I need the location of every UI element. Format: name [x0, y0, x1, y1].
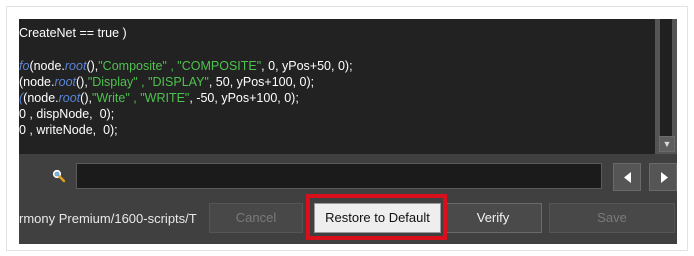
- script-path-label: rmony Premium/1600-scripts/T: [19, 211, 197, 226]
- code-token: "Composite" , "COMPOSITE": [98, 59, 262, 73]
- code-token: (node.: [29, 59, 65, 73]
- code-token: root: [58, 91, 81, 105]
- code-line: fo(node.root(),"Composite" , "COMPOSITE"…: [19, 58, 353, 74]
- scroll-down-button[interactable]: ▼: [659, 136, 675, 152]
- cancel-button[interactable]: Cancel: [209, 203, 303, 233]
- code-token: , 50, yPos+100, 0);: [208, 75, 315, 89]
- code-token: (node.: [19, 75, 55, 89]
- code-token: "Display" , "DISPLAY": [87, 75, 209, 89]
- code-token: , -50, yPos+100, 0);: [189, 91, 299, 105]
- search-icon: [52, 169, 66, 183]
- code-token: root: [64, 59, 87, 73]
- arrow-left-icon: [624, 172, 631, 183]
- code-token: root: [54, 75, 76, 89]
- code-token: (),: [86, 59, 99, 73]
- code-token: fo: [19, 59, 30, 73]
- code-editor[interactable]: CreateNet == true ) fo(node.root(),"Compo…: [19, 19, 655, 154]
- code-text: CreateNet == true ) fo(node.root(),"Compo…: [19, 25, 353, 138]
- scrollbar-thumb[interactable]: [660, 19, 672, 136]
- code-token: (),: [80, 91, 92, 105]
- chevron-down-icon: ▼: [662, 139, 672, 149]
- script-editor-panel: CreateNet == true ) fo(node.root(),"Compo…: [19, 19, 677, 244]
- next-match-button[interactable]: [649, 163, 677, 191]
- code-line: 0 , dispNode, 0);: [19, 106, 353, 122]
- code-token: 0 , dispNode, 0);: [19, 107, 115, 121]
- code-token: "Write" , "WRITE": [91, 91, 190, 105]
- previous-match-button[interactable]: [613, 163, 641, 191]
- code-token: CreateNet == true ): [19, 26, 127, 40]
- code-token: (node.: [23, 91, 59, 105]
- search-input[interactable]: [76, 163, 602, 189]
- code-token: , 0, yPos+50, 0);: [261, 59, 353, 73]
- code-line: (node.root(),"Display" , "DISPLAY", 50, …: [19, 74, 353, 90]
- code-line: 0 , writeNode, 0);: [19, 122, 353, 138]
- arrow-right-icon: [661, 172, 668, 183]
- code-token: (),: [76, 75, 88, 89]
- code-line: ((node.root(),"Write" , "WRITE", -50, yP…: [19, 90, 353, 106]
- code-token: 0 , writeNode, 0);: [19, 123, 118, 137]
- save-button[interactable]: Save: [549, 203, 675, 233]
- verify-button[interactable]: Verify: [444, 203, 542, 233]
- highlight-annotation: [306, 194, 447, 240]
- code-line: CreateNet == true ): [19, 25, 353, 41]
